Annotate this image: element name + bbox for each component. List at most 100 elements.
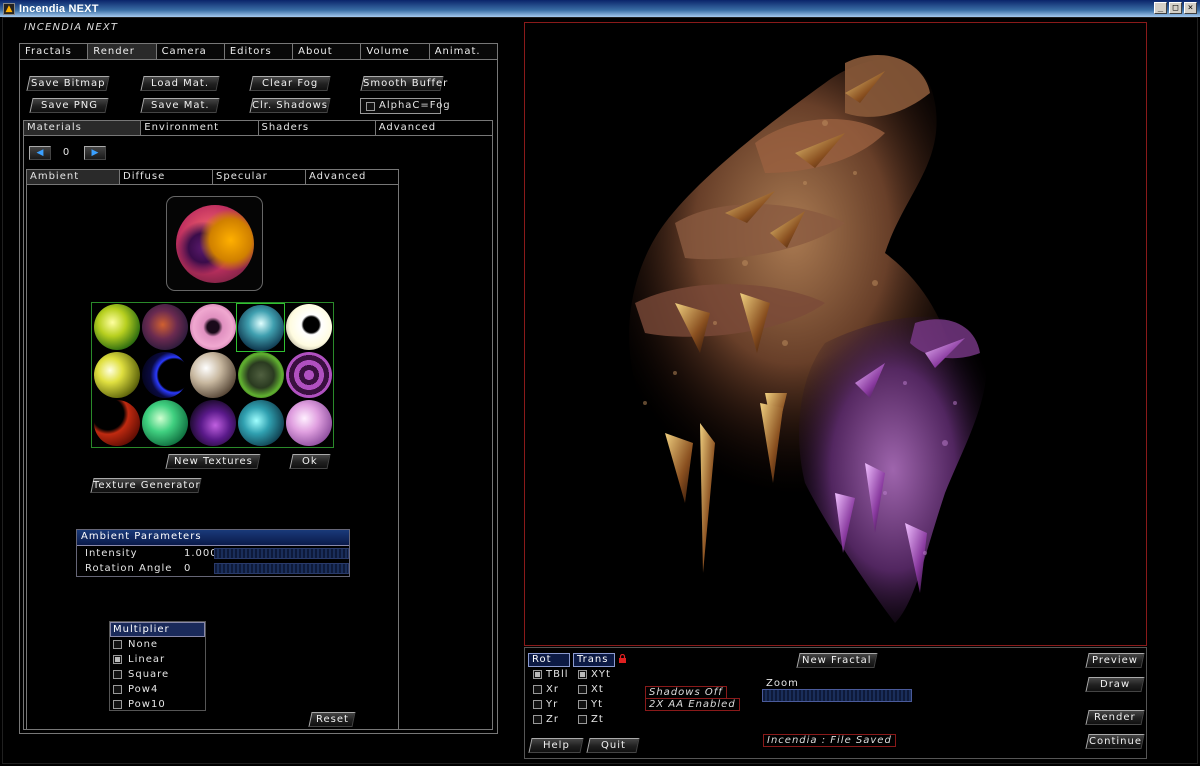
linear-checkbox[interactable] [113, 655, 122, 664]
new-fractal-button[interactable]: New Fractal [796, 653, 878, 668]
xyt-label: XYt [591, 669, 611, 680]
clear-shadows-button[interactable]: Clr. Shadows [249, 98, 331, 113]
tab-fractals[interactable]: Fractals [20, 44, 89, 59]
tab-ambient[interactable]: Ambient [27, 170, 120, 184]
tab-editors[interactable]: Editors [225, 44, 294, 59]
new-fractal-label: New Fractal [802, 655, 872, 666]
texture-thumb-9[interactable] [238, 352, 284, 398]
zt-checkbox[interactable] [578, 715, 587, 724]
none-checkbox[interactable] [113, 640, 122, 649]
yr-checkbox[interactable] [533, 700, 542, 709]
aa-status: 2X AA Enabled [645, 698, 740, 711]
render-button[interactable]: Render [1085, 710, 1145, 725]
square-checkbox[interactable] [113, 670, 122, 679]
next-material-button[interactable]: ▶ [84, 146, 106, 160]
texture-generator-label: Texture Generator [93, 480, 201, 491]
zoom-slider[interactable] [762, 689, 912, 702]
render-label: Render [1094, 712, 1136, 723]
texture-thumb-8[interactable] [190, 352, 236, 398]
multiplier-option-linear[interactable]: Linear [110, 652, 205, 667]
texture-thumb-6[interactable] [94, 352, 140, 398]
texture-thumb-12[interactable] [142, 400, 188, 446]
tab-material-advanced[interactable]: Advanced [306, 170, 398, 184]
texture-thumb-10[interactable] [286, 352, 332, 398]
maximize-button[interactable]: □ [1169, 2, 1182, 14]
minimize-button[interactable]: _ [1154, 2, 1167, 14]
intensity-slider[interactable] [214, 548, 349, 559]
continue-button[interactable]: Continue [1085, 734, 1145, 749]
multiplier-option-square[interactable]: Square [110, 667, 205, 682]
alpha-fog-checkbox[interactable] [366, 102, 375, 111]
reset-button[interactable]: Reset [308, 712, 356, 727]
tab-animat[interactable]: Animat. [430, 44, 497, 59]
save-bitmap-label: Save Bitmap [30, 78, 106, 89]
tab-environment[interactable]: Environment [141, 121, 259, 135]
texture-thumb-7[interactable] [142, 352, 188, 398]
tab-volume[interactable]: Volume [361, 44, 430, 59]
xyt-checkbox[interactable] [578, 670, 587, 679]
clear-fog-button[interactable]: Clear Fog [249, 76, 331, 91]
texture-thumb-15[interactable] [286, 400, 332, 446]
tab-materials[interactable]: Materials [24, 121, 142, 135]
draw-button[interactable]: Draw [1085, 677, 1145, 692]
tab-about[interactable]: About [293, 44, 362, 59]
help-button[interactable]: Help [528, 738, 584, 753]
trans-yt[interactable]: Yt [573, 697, 615, 712]
preview-button[interactable]: Preview [1085, 653, 1145, 668]
texture-thumb-1[interactable] [94, 304, 140, 350]
quit-button[interactable]: Quit [586, 738, 640, 753]
smooth-buffer-button[interactable]: Smooth Buffer [360, 76, 448, 91]
tab-advanced[interactable]: Advanced [376, 121, 492, 135]
rot-zr[interactable]: Zr [528, 712, 570, 727]
multiplier-option-pow4[interactable]: Pow4 [110, 682, 205, 697]
xt-checkbox[interactable] [578, 685, 587, 694]
ok-button[interactable]: Ok [289, 454, 331, 469]
rot-xr[interactable]: Xr [528, 682, 570, 697]
preview-sphere [176, 205, 254, 283]
yt-checkbox[interactable] [578, 700, 587, 709]
save-material-label: Save Mat. [150, 100, 210, 111]
texture-thumb-14[interactable] [238, 400, 284, 446]
xr-checkbox[interactable] [533, 685, 542, 694]
multiplier-option-pow10[interactable]: Pow10 [110, 697, 205, 712]
tab-diffuse[interactable]: Diffuse [120, 170, 213, 184]
texture-thumb-13[interactable] [190, 400, 236, 446]
save-bitmap-button[interactable]: Save Bitmap [26, 76, 110, 91]
load-material-button[interactable]: Load Mat. [140, 76, 220, 91]
save-png-button[interactable]: Save PNG [29, 98, 109, 113]
tab-shaders[interactable]: Shaders [259, 121, 376, 135]
texture-thumb-2[interactable] [142, 304, 188, 350]
texture-thumb-3[interactable] [190, 304, 236, 350]
tab-render[interactable]: Render [88, 44, 157, 59]
multiplier-option-none[interactable]: None [110, 637, 205, 652]
lock-icon[interactable] [618, 653, 627, 663]
save-material-button[interactable]: Save Mat. [140, 98, 220, 113]
prev-material-button[interactable]: ◀ [29, 146, 51, 160]
rotation-angle-slider[interactable] [214, 563, 349, 574]
close-button[interactable]: × [1184, 2, 1197, 14]
window-title: Incendia NEXT [19, 2, 99, 15]
tbll-checkbox[interactable] [533, 670, 542, 679]
texture-thumb-11[interactable] [94, 400, 140, 446]
trans-zt[interactable]: Zt [573, 712, 615, 727]
ok-label: Ok [302, 456, 318, 467]
new-textures-button[interactable]: New Textures [165, 454, 261, 469]
rot-yr[interactable]: Yr [528, 697, 570, 712]
trans-xt[interactable]: Xt [573, 682, 615, 697]
texture-generator-button[interactable]: Texture Generator [90, 478, 202, 493]
pow4-checkbox[interactable] [113, 685, 122, 694]
app-flame-icon: ▲ [3, 2, 15, 15]
translation-group: Trans XYt Xt Yt Zt [573, 653, 615, 727]
window-controls: _ □ × [1154, 2, 1197, 14]
zr-checkbox[interactable] [533, 715, 542, 724]
render-viewport[interactable] [524, 22, 1147, 646]
render-sub-tabs: Materials Environment Shaders Advanced [23, 120, 493, 136]
tab-camera[interactable]: Camera [157, 44, 225, 59]
tab-specular[interactable]: Specular [213, 170, 306, 184]
pow10-checkbox[interactable] [113, 700, 122, 709]
trans-xyt[interactable]: XYt [573, 667, 615, 682]
texture-thumb-5[interactable] [286, 304, 332, 350]
rot-tbll[interactable]: TBll [528, 667, 570, 682]
alpha-fog-toggle[interactable]: AlphaC=Fog [360, 98, 450, 114]
help-label: Help [542, 740, 570, 751]
